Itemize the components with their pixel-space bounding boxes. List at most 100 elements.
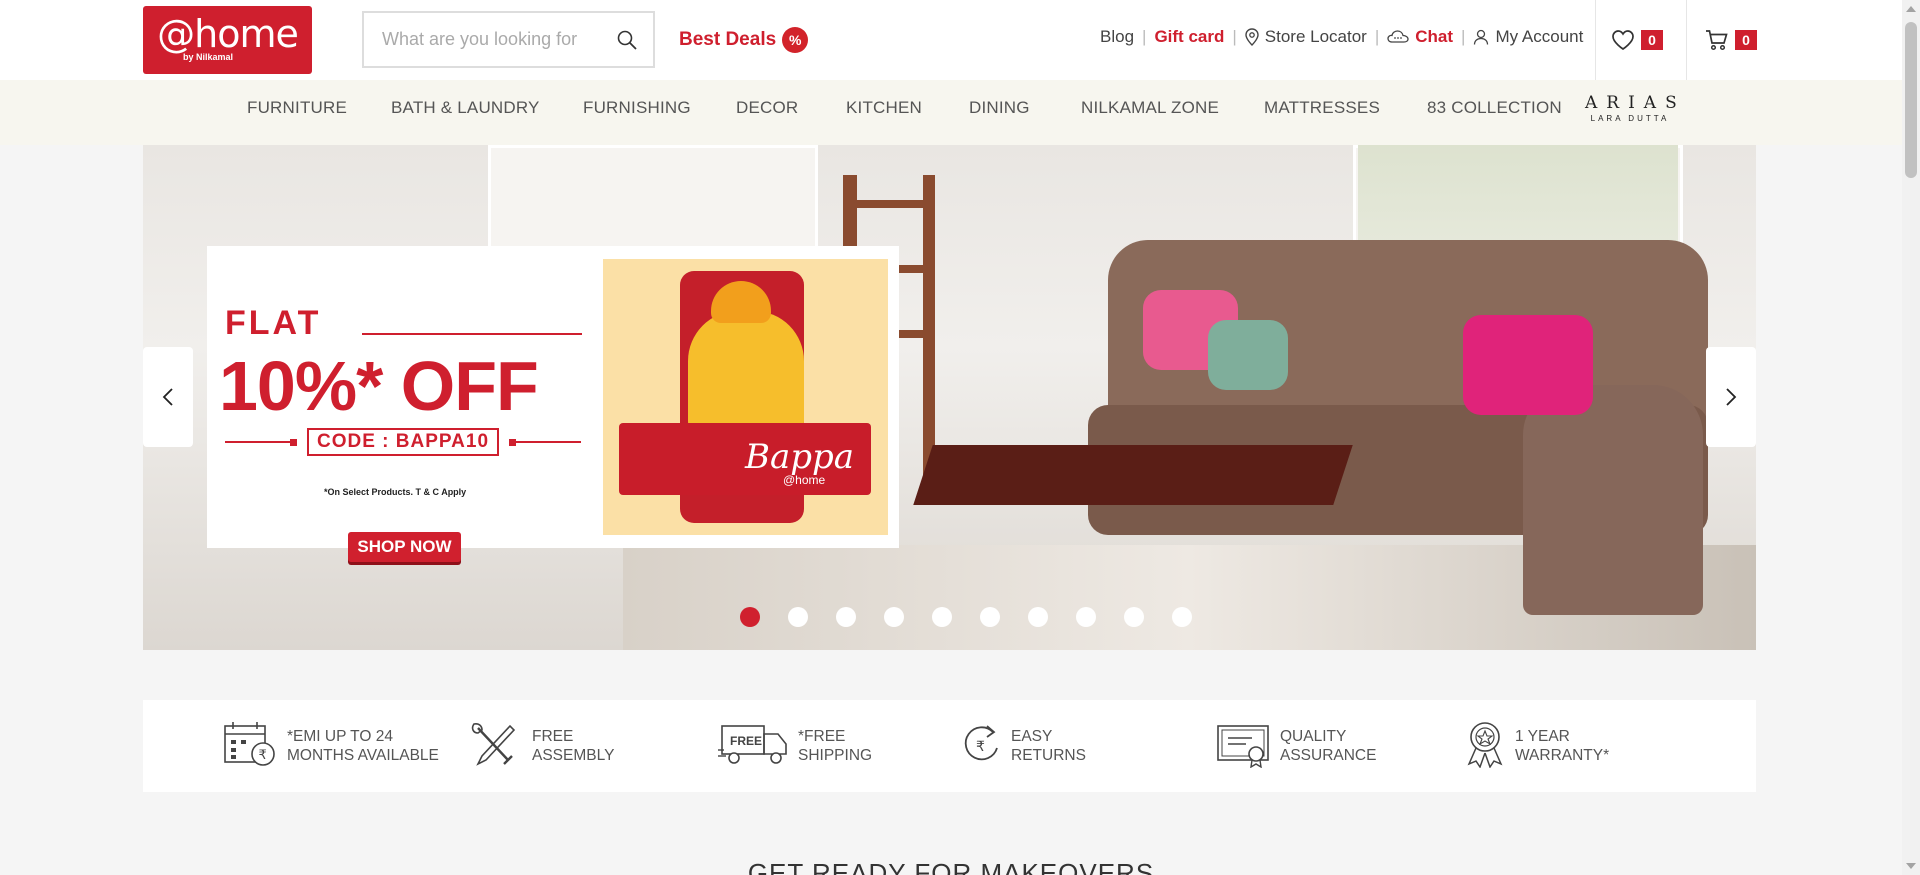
feature-line: QUALITY bbox=[1280, 728, 1347, 745]
header-divider bbox=[1686, 0, 1687, 80]
percent-badge-icon: % bbox=[782, 27, 809, 53]
chat-cloud-icon bbox=[1387, 30, 1409, 43]
feature-assembly: FREE ASSEMBLY bbox=[468, 720, 614, 768]
chevron-left-icon bbox=[162, 388, 173, 406]
my-account-label: My Account bbox=[1495, 27, 1584, 46]
promo-code: CODE : BAPPA10 bbox=[307, 428, 500, 456]
bappa-text: Bappa bbox=[745, 437, 855, 477]
main-nav: FURNITURE BATH & LAUNDRY FURNISHING DECO… bbox=[0, 80, 1902, 145]
feature-warranty: 1 YEAR WARRANTY* bbox=[1463, 720, 1609, 768]
site-header: @home by Nilkamal Best Deals % Blog | Gi… bbox=[0, 0, 1902, 80]
best-deals-label: Best Deals bbox=[679, 29, 777, 50]
chat-link[interactable]: Chat bbox=[1387, 27, 1453, 47]
sofa-arm bbox=[1523, 385, 1703, 615]
user-icon bbox=[1474, 29, 1489, 45]
promo-flat-text: FLAT bbox=[225, 304, 322, 342]
bookshelf-board bbox=[843, 200, 935, 208]
features-strip: ₹ *EMI UP TO 24 MONTHS AVAILABLE FREE ASSE… bbox=[143, 700, 1756, 792]
nav-furnishing[interactable]: FURNISHING bbox=[583, 80, 691, 145]
page: @home by Nilkamal Best Deals % Blog | Gi… bbox=[0, 0, 1920, 875]
code-line bbox=[516, 441, 582, 443]
section-title: GET READY FOR MAKEOVERS bbox=[747, 858, 1155, 875]
nav-furniture[interactable]: FURNITURE bbox=[247, 80, 347, 145]
code-dot bbox=[509, 438, 517, 446]
promo-offer-text: 10%* OFF bbox=[219, 347, 539, 425]
search-input[interactable] bbox=[364, 13, 594, 66]
feature-line: WARRANTY* bbox=[1515, 747, 1610, 764]
search-icon[interactable] bbox=[617, 30, 637, 50]
store-locator-link[interactable]: Store Locator bbox=[1245, 27, 1367, 47]
scroll-up-arrow[interactable] bbox=[1906, 6, 1916, 12]
magenta-pillow bbox=[1463, 315, 1593, 415]
carousel-dot[interactable] bbox=[740, 607, 760, 627]
home-logo[interactable]: @home by Nilkamal bbox=[143, 6, 312, 74]
carousel-dot[interactable] bbox=[884, 607, 904, 627]
arias-logo[interactable]: ARIAS LARA DUTTA bbox=[1585, 93, 1686, 129]
carousel-dot[interactable] bbox=[1172, 607, 1192, 627]
promo-code-row: CODE : BAPPA10 bbox=[225, 428, 582, 456]
carousel-dot[interactable] bbox=[1076, 607, 1096, 627]
code-dot bbox=[290, 438, 297, 446]
carousel-dot[interactable] bbox=[1028, 607, 1048, 627]
heart-icon bbox=[1612, 30, 1634, 51]
top-links: Blog | Gift card | Store Locator | Chat … bbox=[1100, 24, 1583, 50]
carousel-dot[interactable] bbox=[1124, 607, 1144, 627]
bappa-sub: @home bbox=[783, 473, 826, 487]
arias-logo-text: ARIAS bbox=[1585, 93, 1686, 113]
carousel-dot[interactable] bbox=[788, 607, 808, 627]
nav-mattresses[interactable]: MATTRESSES bbox=[1264, 80, 1380, 145]
nav-kitchen[interactable]: KITCHEN bbox=[846, 80, 922, 145]
feature-returns: ₹ EASY RETURNS bbox=[963, 720, 1086, 768]
carousel-dot[interactable] bbox=[836, 607, 856, 627]
carousel-next-button[interactable] bbox=[1706, 347, 1756, 447]
nav-83-collection[interactable]: 83 COLLECTION bbox=[1427, 80, 1562, 145]
best-deals-link[interactable]: Best Deals % bbox=[679, 22, 809, 58]
feature-text: *EMI UP TO 24 MONTHS AVAILABLE bbox=[287, 720, 439, 765]
link-separator: | bbox=[1461, 27, 1466, 46]
cart-icon bbox=[1706, 30, 1728, 51]
scroll-down-arrow[interactable] bbox=[1906, 863, 1916, 869]
carousel-prev-button[interactable] bbox=[143, 347, 193, 447]
page-scrollbar[interactable] bbox=[1902, 0, 1920, 875]
header-divider bbox=[1595, 0, 1596, 80]
store-locator-label: Store Locator bbox=[1264, 27, 1367, 46]
feature-quality: QUALITY ASSURANCE bbox=[1216, 720, 1376, 768]
logo-text: @home bbox=[157, 12, 299, 56]
certificate-icon bbox=[1217, 725, 1269, 768]
nav-dining[interactable]: DINING bbox=[969, 80, 1030, 145]
link-separator: | bbox=[1142, 27, 1147, 46]
green-pillow bbox=[1208, 320, 1288, 390]
shop-now-button[interactable]: SHOP NOW bbox=[348, 532, 461, 562]
calendar-rupee-icon: ₹ bbox=[224, 722, 275, 766]
cart-count-badge: 0 bbox=[1735, 30, 1757, 50]
search-box bbox=[362, 11, 655, 68]
coffee-table bbox=[913, 445, 1353, 505]
blog-link[interactable]: Blog bbox=[1100, 27, 1134, 47]
feature-line: MONTHS AVAILABLE bbox=[287, 747, 439, 764]
carousel-dot[interactable] bbox=[980, 607, 1000, 627]
feature-text: QUALITY ASSURANCE bbox=[1280, 720, 1376, 765]
feature-line: *FREE bbox=[798, 728, 846, 745]
feature-emi: ₹ *EMI UP TO 24 MONTHS AVAILABLE bbox=[223, 720, 439, 768]
ganesha-illustration: Bappa @home bbox=[603, 259, 888, 535]
cart-button[interactable]: 0 bbox=[1705, 29, 1757, 51]
nav-bath-laundry[interactable]: BATH & LAUNDRY bbox=[391, 80, 540, 145]
my-account-link[interactable]: My Account bbox=[1473, 27, 1583, 47]
nav-decor[interactable]: DECOR bbox=[736, 80, 798, 145]
carousel-dot[interactable] bbox=[932, 607, 952, 627]
wishlist-button[interactable]: 0 bbox=[1611, 29, 1663, 51]
nav-nilkamal-zone[interactable]: NILKAMAL ZONE bbox=[1081, 80, 1219, 145]
code-line bbox=[225, 441, 290, 443]
feature-text: 1 YEAR WARRANTY* bbox=[1515, 720, 1609, 765]
wishlist-count-badge: 0 bbox=[1641, 30, 1663, 50]
promo-terms: *On Select Products. T & C Apply bbox=[324, 487, 467, 497]
feature-line: 1 YEAR bbox=[1515, 728, 1570, 745]
hero-carousel: FLAT 10%* OFF CODE : BAPPA10 *On Select … bbox=[143, 145, 1756, 650]
award-ribbon-icon bbox=[1467, 722, 1503, 768]
feature-line: *EMI UP TO 24 bbox=[287, 728, 393, 745]
feature-line: ASSURANCE bbox=[1280, 747, 1377, 764]
svg-text:₹: ₹ bbox=[259, 748, 267, 763]
link-separator: | bbox=[1232, 27, 1237, 46]
gift-card-link[interactable]: Gift card bbox=[1154, 27, 1224, 47]
scrollbar-thumb[interactable] bbox=[1905, 22, 1917, 178]
